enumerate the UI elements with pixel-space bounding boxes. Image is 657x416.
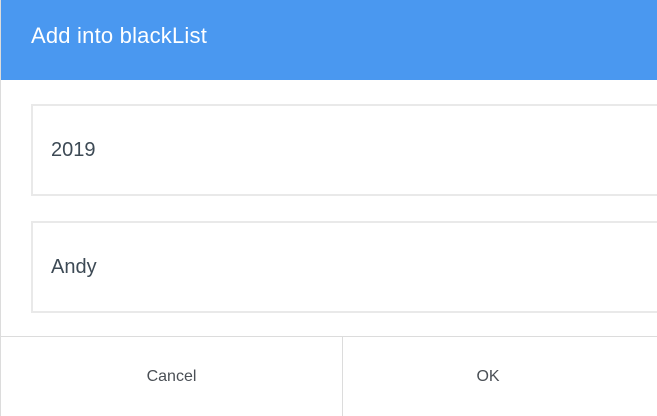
name-input[interactable]: [51, 255, 657, 279]
dialog-footer: Cancel OK: [1, 336, 657, 416]
blacklist-dialog: Add into blackList Cancel OK: [0, 0, 657, 416]
cancel-button[interactable]: Cancel: [1, 337, 343, 416]
ok-button[interactable]: OK: [343, 337, 657, 416]
dialog-title: Add into blackList: [31, 23, 208, 48]
number-field[interactable]: [31, 104, 657, 196]
dialog-header: Add into blackList: [1, 0, 657, 80]
number-input[interactable]: [51, 138, 657, 162]
name-field[interactable]: [31, 221, 657, 313]
